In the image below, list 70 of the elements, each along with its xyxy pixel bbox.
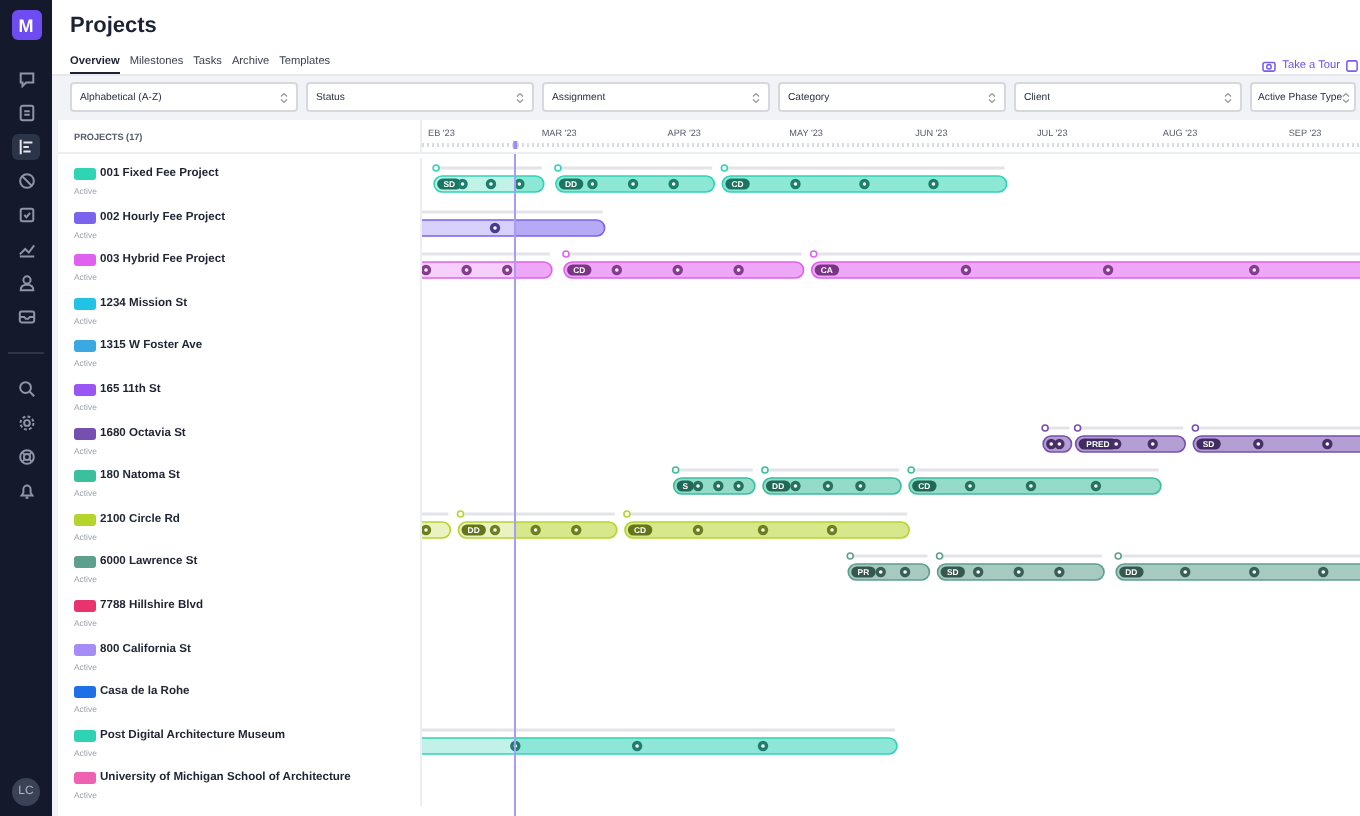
milestone-marker[interactable]: [489, 222, 501, 233]
app-logo[interactable]: M: [11, 10, 41, 40]
milestone-marker[interactable]: [672, 265, 683, 276]
milestone-marker[interactable]: [859, 178, 870, 190]
milestone-marker[interactable]: [627, 178, 639, 190]
sort-icon: [1342, 91, 1351, 103]
milestone-marker[interactable]: [972, 567, 984, 578]
milestone-marker[interactable]: [822, 481, 834, 492]
sort-icon: [988, 91, 996, 103]
milestone-marker[interactable]: [485, 178, 497, 190]
sort-icon: [516, 91, 524, 103]
milestone-marker[interactable]: [1013, 567, 1024, 578]
milestone-marker[interactable]: [964, 481, 976, 492]
milestone-marker[interactable]: [668, 178, 679, 190]
milestone-marker[interactable]: [1090, 481, 1102, 492]
milestone-marker[interactable]: [1318, 567, 1329, 578]
milestone-marker[interactable]: [1322, 437, 1333, 449]
phase-bar[interactable]: [1115, 563, 1360, 582]
milestone-marker[interactable]: [1054, 567, 1065, 578]
milestone-marker[interactable]: [692, 524, 704, 535]
milestone-marker[interactable]: [461, 265, 472, 276]
milestone-marker[interactable]: [1054, 437, 1065, 449]
milestone-marker[interactable]: [960, 265, 972, 276]
milestone-marker[interactable]: [899, 567, 911, 578]
milestone-marker[interactable]: [1180, 567, 1191, 578]
milestone-marker[interactable]: [1253, 437, 1264, 449]
milestone-marker[interactable]: [713, 481, 724, 492]
panel-icon[interactable]: [1346, 59, 1358, 71]
milestone-marker[interactable]: [757, 524, 769, 535]
milestone-marker[interactable]: [875, 567, 886, 578]
milestone-marker[interactable]: [692, 481, 704, 492]
milestone-marker[interactable]: [826, 524, 838, 535]
milestone-marker[interactable]: [855, 481, 866, 492]
sort-icon: [280, 91, 288, 103]
milestone-marker[interactable]: [422, 524, 432, 535]
phase-track: [761, 466, 899, 475]
phase-track: [846, 552, 928, 561]
milestone-marker[interactable]: [1111, 437, 1122, 449]
phase-bar[interactable]: [422, 218, 606, 236]
milestone-marker[interactable]: [1249, 265, 1260, 276]
milestone-marker[interactable]: [1025, 481, 1037, 492]
milestone-marker[interactable]: [587, 178, 598, 190]
phase-track: [671, 466, 753, 475]
milestone-marker[interactable]: [1147, 437, 1158, 449]
page-title: Projects: [70, 14, 159, 42]
camera-icon: [1262, 59, 1277, 71]
milestone-marker[interactable]: [733, 265, 744, 276]
phase-bar[interactable]: [810, 261, 1360, 280]
phase-track: [432, 164, 542, 172]
milestone-marker[interactable]: [530, 524, 541, 535]
milestone-marker[interactable]: [1249, 567, 1260, 578]
milestone-marker[interactable]: [733, 481, 744, 492]
phase-bar[interactable]: [624, 520, 910, 539]
gantt-icon[interactable]: [12, 134, 40, 160]
phase-bar[interactable]: [721, 175, 1008, 193]
milestone-marker[interactable]: [928, 178, 939, 190]
milestone-marker[interactable]: [422, 265, 432, 276]
milestone-marker[interactable]: [571, 524, 582, 535]
milestone-marker[interactable]: [611, 265, 622, 276]
sort-icon: [752, 91, 760, 103]
phase-bar[interactable]: [908, 477, 1162, 496]
sort-icon: [1224, 91, 1232, 103]
milestone-marker[interactable]: [790, 178, 801, 190]
milestone-marker[interactable]: [502, 265, 513, 276]
milestone-marker[interactable]: [457, 178, 468, 190]
milestone-marker[interactable]: [757, 740, 769, 751]
milestone-marker[interactable]: [631, 740, 643, 751]
milestone-marker[interactable]: [790, 481, 801, 492]
milestone-marker[interactable]: [489, 524, 501, 535]
milestone-marker[interactable]: [1102, 265, 1114, 276]
